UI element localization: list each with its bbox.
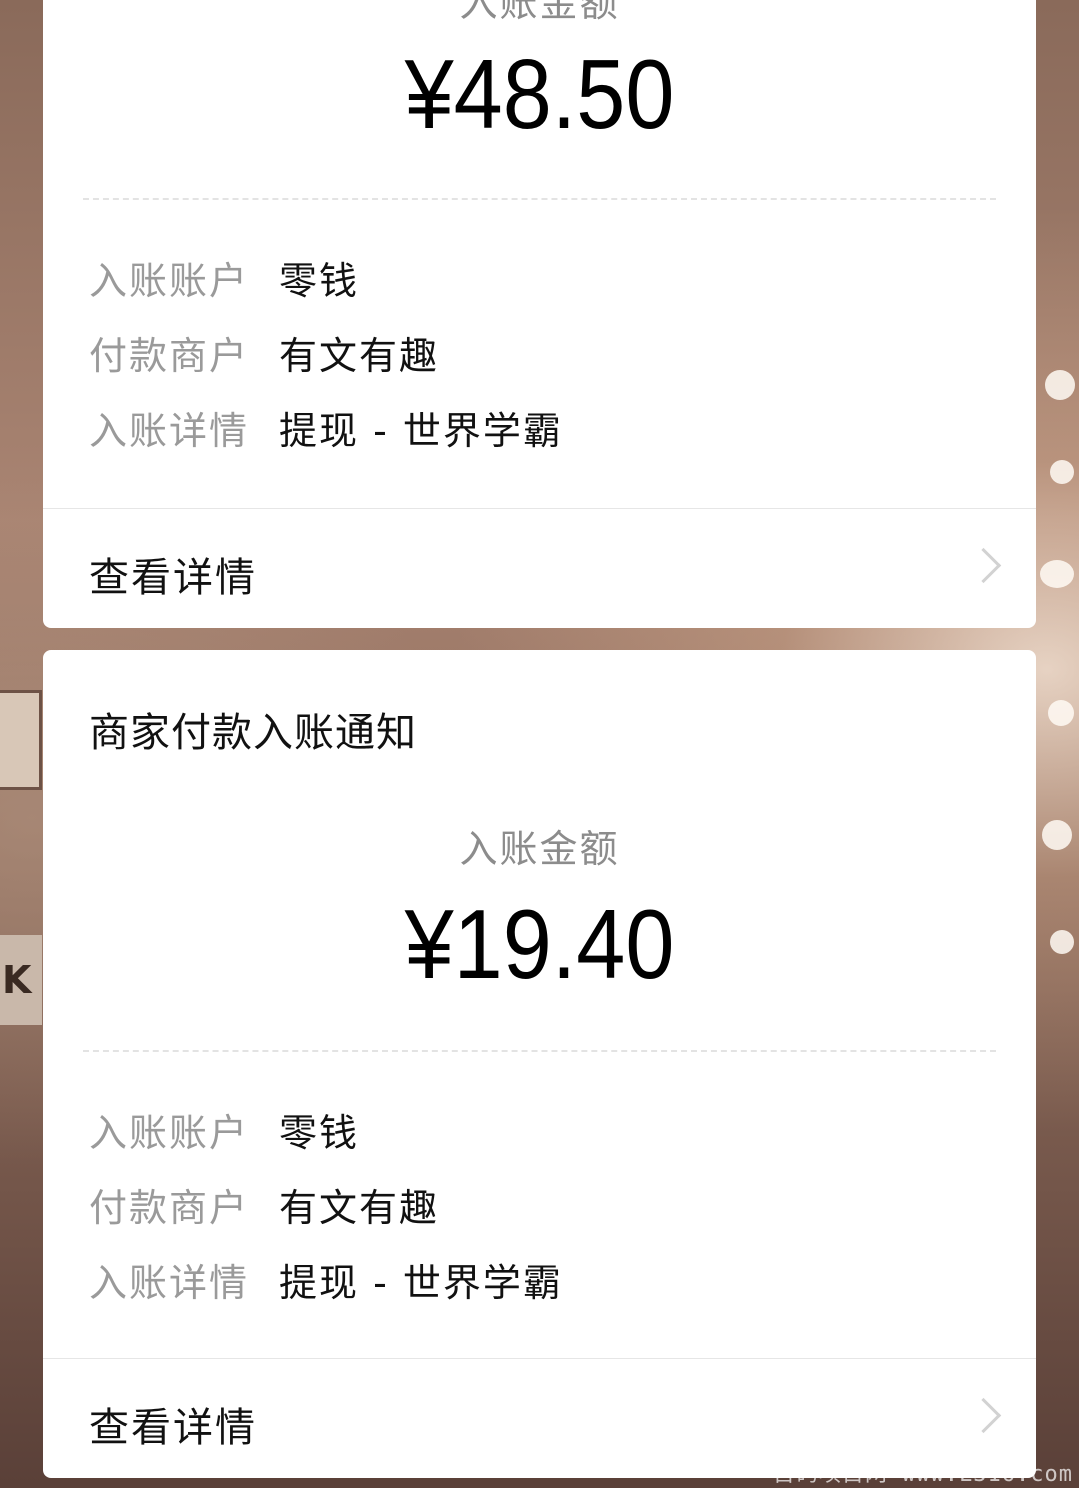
dashed-divider xyxy=(83,198,996,200)
info-label: 入账详情 xyxy=(89,1260,250,1305)
info-label: 入账详情 xyxy=(89,408,250,453)
background-sign: K xyxy=(0,935,42,1025)
background-picture-frame xyxy=(0,690,42,790)
background-blossom xyxy=(1050,930,1074,954)
view-details-button[interactable]: 查看详情 xyxy=(43,509,1036,628)
info-value: 有文有趣 xyxy=(279,1185,440,1230)
info-row-merchant: 付款商户 有文有趣 xyxy=(89,327,440,378)
background-blossom xyxy=(1045,370,1075,400)
view-details-label: 查看详情 xyxy=(89,555,257,601)
info-label: 入账账户 xyxy=(89,258,250,303)
background-blossom xyxy=(1050,460,1074,484)
background-blossom xyxy=(1042,820,1072,850)
info-label: 付款商户 xyxy=(89,1185,250,1230)
info-row-account: 入账账户 零钱 xyxy=(89,252,360,303)
dashed-divider xyxy=(83,1050,996,1052)
chevron-right-icon xyxy=(965,547,1002,584)
info-value: 提现 - 世界学霸 xyxy=(279,408,563,453)
amount-label: 入账金额 xyxy=(459,827,620,871)
info-value: 零钱 xyxy=(279,1110,360,1155)
info-value: 提现 - 世界学霸 xyxy=(279,1260,563,1305)
info-row-details: 入账详情 提现 - 世界学霸 xyxy=(89,402,563,453)
info-row-account: 入账账户 零钱 xyxy=(89,1104,360,1155)
info-value: 有文有趣 xyxy=(279,333,440,378)
payment-notification-card: 入账金额 ¥48.50 入账账户 零钱 付款商户 有文有趣 入账详情 提现 - … xyxy=(43,0,1036,628)
amount-value: ¥19.40 xyxy=(404,889,675,999)
info-value: 零钱 xyxy=(279,258,360,303)
card-title: 商家付款入账通知 xyxy=(89,710,417,756)
info-row-details: 入账详情 提现 - 世界学霸 xyxy=(89,1254,563,1305)
info-row-merchant: 付款商户 有文有趣 xyxy=(89,1179,440,1230)
payment-notification-card: 商家付款入账通知 入账金额 ¥19.40 入账账户 零钱 付款商户 有文有趣 入… xyxy=(43,650,1036,1478)
chevron-right-icon xyxy=(965,1397,1002,1434)
view-details-label: 查看详情 xyxy=(89,1405,257,1451)
amount-value: ¥48.50 xyxy=(404,39,675,149)
amount-label: 入账金额 xyxy=(459,0,620,25)
info-label: 付款商户 xyxy=(89,333,250,378)
background-blossom xyxy=(1048,700,1074,726)
background-blossom xyxy=(1040,560,1074,588)
watermark: 首码项目网 www.L316.com xyxy=(772,1462,1073,1487)
info-label: 入账账户 xyxy=(89,1110,250,1155)
